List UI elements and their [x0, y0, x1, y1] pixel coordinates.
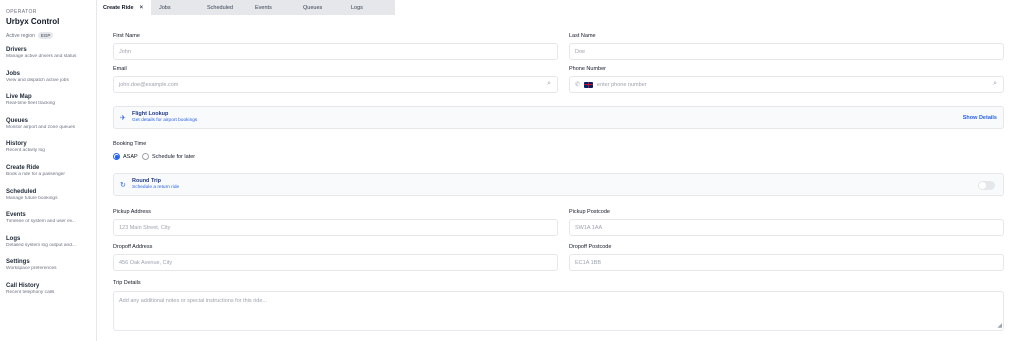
tab-label: Create Ride — [103, 4, 134, 11]
email-label: Email — [113, 66, 127, 72]
app-title: Urbyx Control — [6, 17, 60, 26]
asap-label: ASAP — [123, 153, 138, 160]
dropoff-postcode-label: Dropoff Postcode — [569, 244, 612, 250]
sidebar-item-title: Live Map — [6, 94, 32, 101]
sidebar-item-scheduled[interactable]: Scheduled Manage future bookings — [6, 188, 96, 212]
pickup-postcode-label: Pickup Postcode — [569, 209, 610, 215]
sidebar-item-call-history[interactable]: Call History Recent telephony calls — [6, 282, 96, 306]
sidebar-item-jobs[interactable]: Jobs View and dispatch active jobs — [6, 70, 96, 94]
trip-details-placeholder: Add any additional notes or special inst… — [119, 298, 267, 304]
flight-lookup-title: Flight Lookup — [132, 111, 169, 117]
search-icon[interactable]: ⌕ — [993, 80, 997, 88]
sidebar-item-title: Jobs — [6, 70, 21, 77]
flight-lookup-subtitle: Get details for airport bookings — [132, 118, 198, 123]
tab-create-ride[interactable]: Create Ride × — [97, 0, 151, 15]
app-root: OPERATOR Urbyx Control Active region EGP… — [0, 0, 1024, 341]
radio-asap[interactable] — [113, 153, 120, 160]
show-details-button[interactable]: Show Details — [963, 115, 997, 121]
flight-lookup-card: ✈ Flight Lookup Get details for airport … — [113, 106, 1004, 129]
round-trip-card: ↻ Round Trip Schedule a return ride — [113, 173, 1004, 196]
main-content: Create Ride × Jobs Scheduled Events Queu… — [97, 0, 1024, 341]
last-name-input[interactable]: Doe — [569, 43, 1004, 60]
round-trip-toggle[interactable] — [978, 181, 995, 190]
dropoff-address-label: Dropoff Address — [113, 244, 153, 250]
booking-time-label: Booking Time — [113, 141, 147, 147]
tab-logs[interactable]: Logs — [343, 0, 391, 15]
region-label: Active region — [6, 32, 35, 39]
first-name-label: First Name — [113, 33, 140, 39]
sidebar-item-desc: View and dispatch active jobs — [6, 77, 69, 83]
sidebar-item-title: History — [6, 141, 27, 148]
sidebar-item-desc: Manage future bookings — [6, 195, 58, 201]
region-badge[interactable]: EGP — [37, 32, 54, 39]
trip-details-label: Trip Details — [113, 280, 141, 286]
booking-asap-option[interactable]: ASAP — [113, 153, 138, 160]
sidebar-item-logs[interactable]: Logs Detailed system log output and... — [6, 235, 96, 259]
sidebar-item-desc: Recent activity log — [6, 148, 45, 154]
sidebar-item-desc: Timeline of system and user ev... — [6, 219, 76, 225]
operator-label: OPERATOR — [6, 9, 37, 15]
sidebar-item-live-map[interactable]: Live Map Real-time fleet tracking — [6, 93, 96, 117]
round-trip-subtitle: Schedule a return ride — [132, 185, 180, 190]
sidebar-item-desc: Book a ride for a passenger — [6, 171, 65, 177]
dropoff-address-input[interactable]: 456 Oak Avenue, City — [113, 254, 558, 271]
sidebar-item-title: Logs — [6, 235, 21, 242]
sidebar-item-desc: Monitor airport and zone queues — [6, 124, 76, 130]
radio-schedule-later[interactable] — [142, 153, 149, 160]
booking-later-option[interactable]: Schedule for later — [142, 153, 195, 160]
tab-events[interactable]: Events — [247, 0, 295, 15]
sidebar-item-desc: Manage active drivers and status — [6, 54, 77, 59]
close-icon[interactable]: × — [140, 5, 144, 11]
sidebar-item-title: Events — [6, 212, 26, 219]
pickup-postcode-input[interactable]: SW1A 1AA — [569, 219, 1004, 236]
sidebar-item-queues[interactable]: Queues Monitor airport and zone queues — [6, 117, 96, 141]
pickup-address-label: Pickup Address — [113, 209, 151, 215]
sidebar-item-create-ride[interactable]: Create Ride Book a ride for a passenger — [6, 164, 96, 188]
email-field[interactable]: john.doe@example.com ⌕ — [113, 76, 558, 93]
tab-queues[interactable]: Queues — [295, 0, 343, 15]
sidebar-nav: Drivers Manage active drivers and status… — [6, 46, 96, 306]
search-icon[interactable]: ⌕ — [547, 80, 551, 88]
last-name-label: Last Name — [569, 33, 596, 39]
round-trip-title: Round Trip — [132, 178, 162, 184]
sidebar-item-desc: Recent telephony calls — [6, 289, 55, 295]
phone-icon: ✆ — [575, 82, 581, 88]
phone-label: Phone Number — [569, 66, 606, 72]
sidebar-item-title: Settings — [6, 259, 30, 266]
refresh-icon: ↻ — [120, 182, 126, 189]
sidebar-item-settings[interactable]: Settings Workspace preferences — [6, 258, 96, 282]
sidebar-item-title: Drivers — [6, 47, 27, 53]
plane-icon: ✈ — [120, 115, 126, 122]
sidebar-item-desc: Detailed system log output and... — [6, 242, 76, 248]
sidebar-item-title: Queues — [6, 117, 29, 124]
first-name-input[interactable]: John — [113, 43, 558, 60]
sidebar-item-desc: Real-time fleet tracking — [6, 101, 56, 107]
sidebar-item-history[interactable]: History Recent activity log — [6, 140, 96, 164]
active-region: Active region EGP — [6, 32, 96, 39]
sidebar-item-title: Call History — [6, 282, 40, 289]
sidebar-item-events[interactable]: Events Timeline of system and user ev... — [6, 211, 96, 235]
sidebar-item-title: Scheduled — [6, 188, 37, 195]
trip-details-textarea[interactable]: Add any additional notes or special inst… — [113, 291, 1004, 331]
dropoff-postcode-input[interactable]: EC1A 1BB — [569, 254, 1004, 271]
phone-placeholder: enter phone number — [597, 81, 647, 88]
schedule-later-label: Schedule for later — [152, 153, 196, 160]
email-placeholder: john.doe@example.com — [119, 81, 179, 88]
sidebar: OPERATOR Urbyx Control Active region EGP… — [0, 0, 97, 341]
tab-jobs[interactable]: Jobs — [151, 0, 199, 15]
phone-field[interactable]: ✆ enter phone number ⌕ — [569, 76, 1004, 93]
tab-scheduled[interactable]: Scheduled — [199, 0, 247, 15]
resize-handle-icon[interactable]: ◢ — [997, 322, 1002, 329]
sidebar-item-drivers[interactable]: Drivers Manage active drivers and status — [6, 46, 96, 70]
tab-bar: Create Ride × Jobs Scheduled Events Queu… — [97, 0, 395, 15]
pickup-address-input[interactable]: 123 Main Street, City — [113, 219, 558, 236]
uk-flag-icon[interactable] — [584, 81, 594, 88]
sidebar-item-desc: Workspace preferences — [6, 266, 57, 272]
sidebar-item-title: Create Ride — [6, 164, 40, 171]
